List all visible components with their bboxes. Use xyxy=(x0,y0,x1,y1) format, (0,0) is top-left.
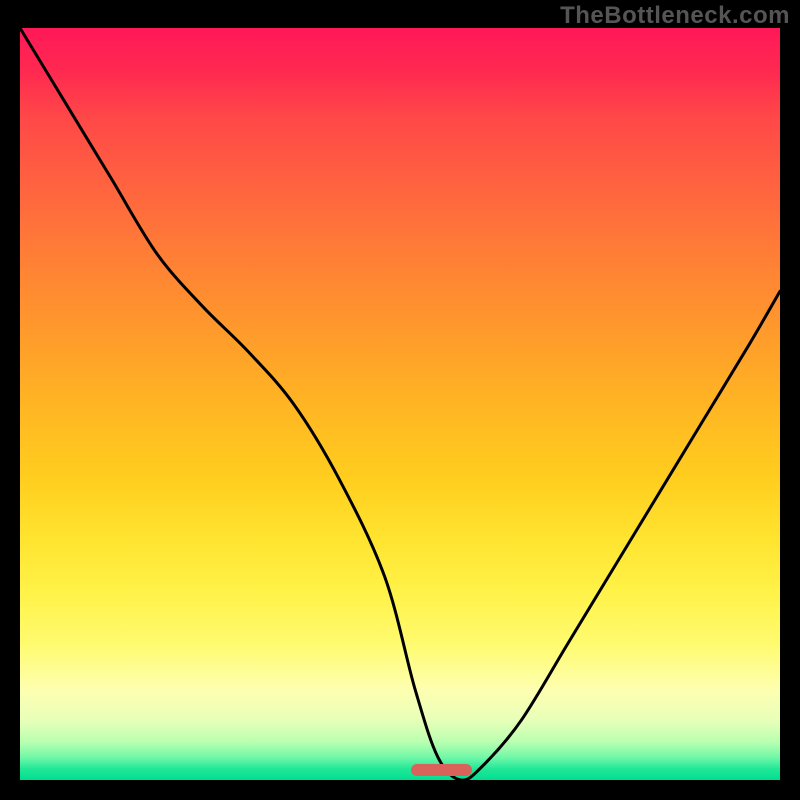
optimal-marker xyxy=(411,764,472,776)
bottleneck-curve xyxy=(20,28,780,780)
chart-frame: TheBottleneck.com xyxy=(0,0,800,800)
watermark-text: TheBottleneck.com xyxy=(560,2,790,30)
plot-area xyxy=(20,28,780,780)
